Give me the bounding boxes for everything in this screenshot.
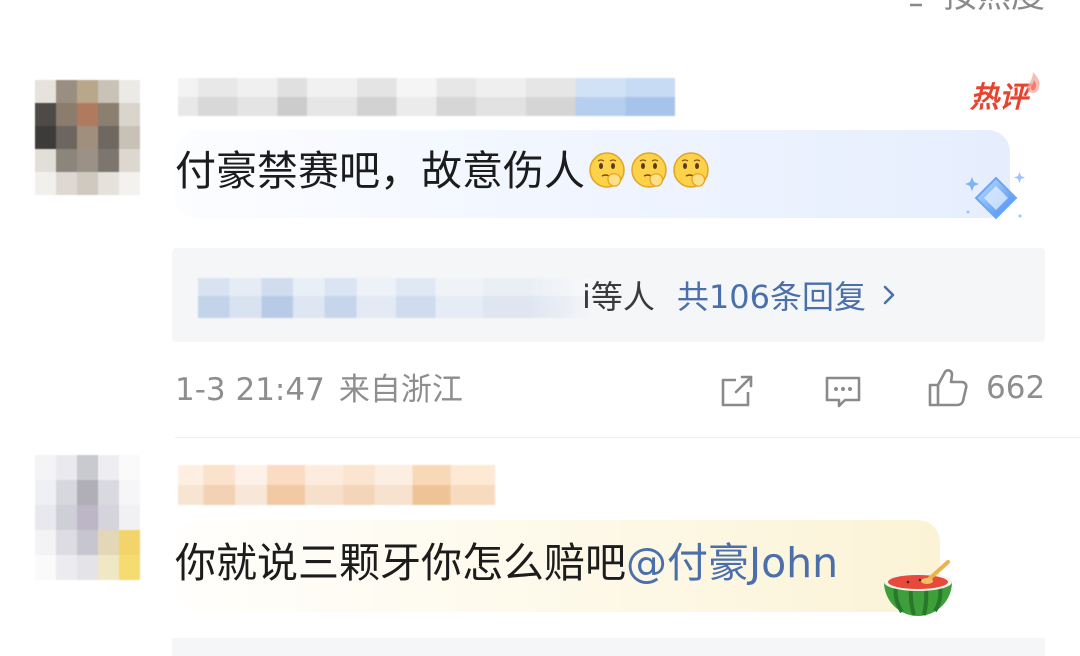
reply-summary-row: i等人 共106条回复: [582, 274, 898, 316]
comment-text: 付豪禁赛吧，故意伤人: [175, 148, 711, 194]
diamond-decoration-icon: [962, 168, 1026, 224]
hot-comment-badge: 热评: [966, 72, 1044, 118]
comment-body: 付豪禁赛吧，故意伤人: [175, 147, 585, 195]
reply-names-suffix: i等人: [582, 278, 655, 316]
sort-by-heat-button[interactable]: 按热度: [907, 0, 1045, 14]
like-button[interactable]: 662: [926, 366, 1045, 410]
comment-icon: [822, 376, 864, 416]
thumbs-up-icon: [926, 366, 970, 410]
reply-summary[interactable]: i等人 共106条回复: [172, 248, 1045, 342]
divider: [175, 437, 1080, 438]
avatar[interactable]: [35, 455, 140, 580]
reply-button[interactable]: [822, 370, 864, 412]
comment-list: 按热度 热评 付豪禁赛吧，故意伤人: [0, 0, 1080, 656]
reply-names-blurred: [198, 278, 594, 318]
mention-link[interactable]: @付豪John: [626, 540, 838, 586]
sort-icon: [907, 0, 937, 11]
username-blurred[interactable]: [178, 78, 675, 116]
thinking-emoji-icon: [671, 151, 711, 191]
comment-body: 你就说三颗牙你怎么赔吧: [175, 539, 626, 587]
view-replies-link[interactable]: 共106条回复: [677, 272, 866, 318]
sort-label: 按热度: [943, 0, 1045, 14]
flame-icon: [1022, 70, 1044, 96]
reply-summary[interactable]: [172, 638, 1045, 656]
username-blurred[interactable]: [178, 465, 495, 505]
avatar[interactable]: [35, 80, 140, 195]
share-icon: [716, 375, 758, 416]
thinking-emoji-icon: [587, 151, 627, 191]
hot-comment-label: 热评: [970, 80, 1029, 114]
watermelon-decoration-icon: [878, 556, 958, 620]
like-count: 662: [986, 370, 1046, 406]
chevron-right-icon: [880, 282, 898, 308]
comment-meta: 1-3 21:47 来自浙江: [175, 370, 463, 410]
thinking-emoji-icon: [629, 151, 669, 191]
comment-text: 你就说三颗牙你怎么赔吧 @付豪John: [175, 540, 838, 586]
comment-time: 1-3 21:47: [175, 372, 325, 408]
share-button[interactable]: [716, 370, 758, 412]
comment-location: 来自浙江: [338, 372, 463, 408]
